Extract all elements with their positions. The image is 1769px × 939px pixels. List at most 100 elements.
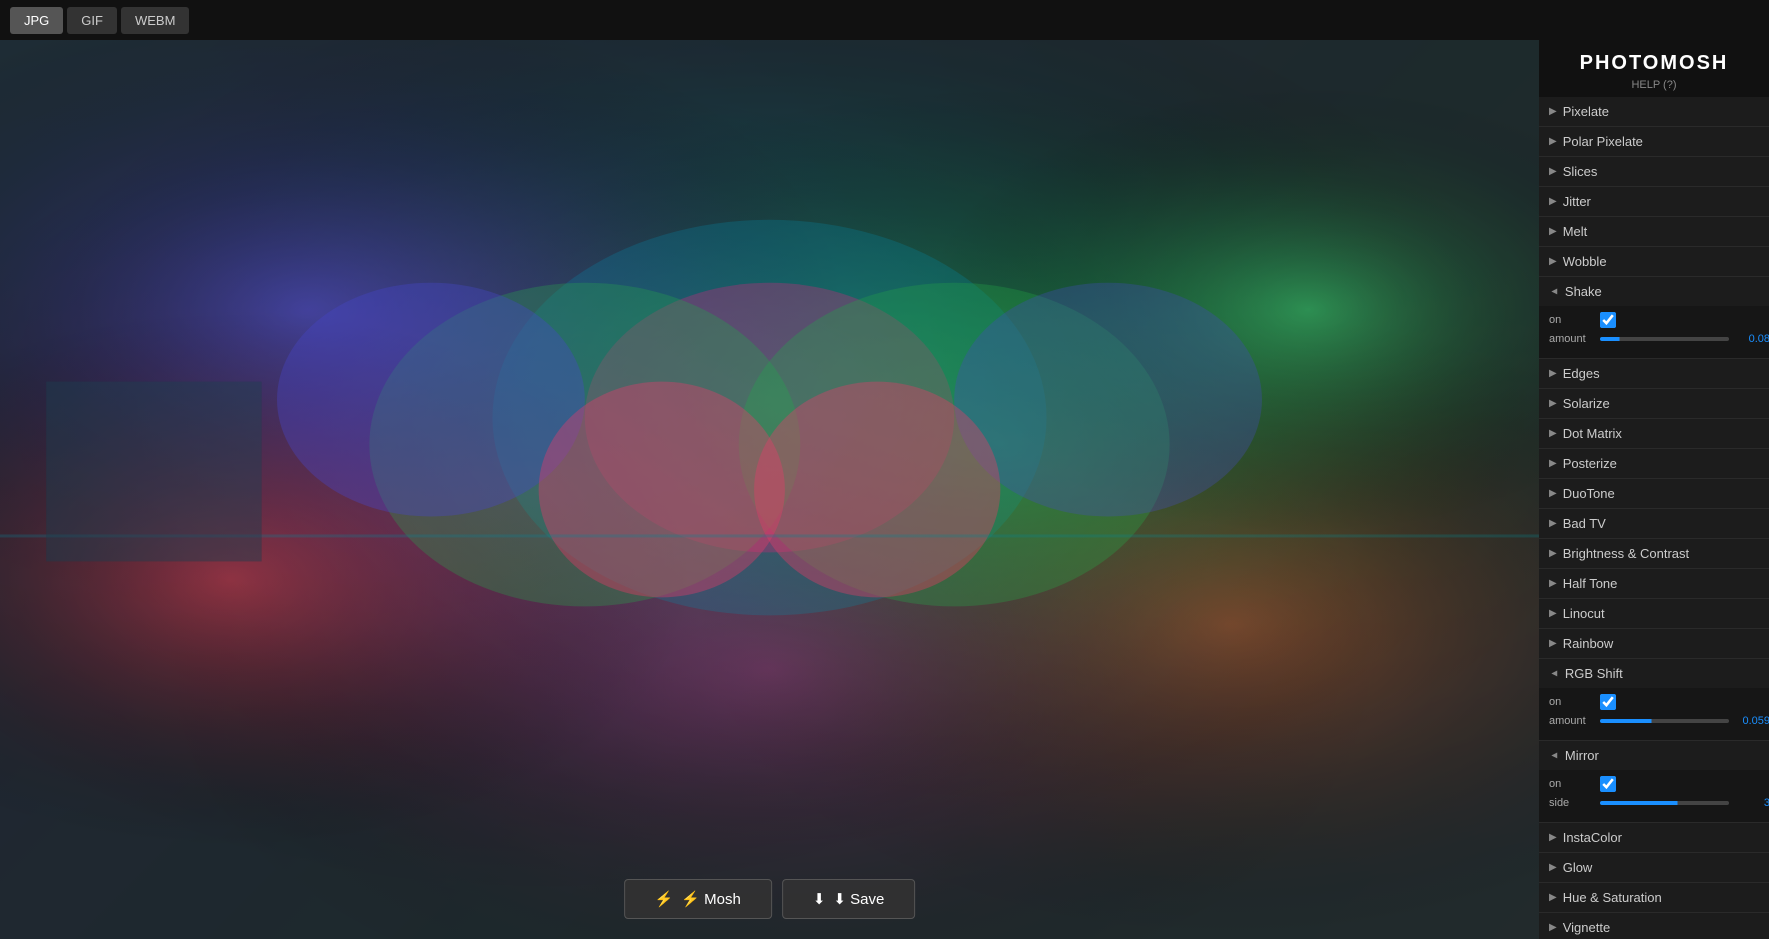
control-checkbox-rgb-shift[interactable]: [1600, 694, 1616, 710]
control-label-mirror-on: on: [1549, 778, 1594, 790]
effect-label-slices: Slices: [1563, 164, 1598, 179]
effect-header-slices[interactable]: ▶Slices: [1539, 157, 1769, 186]
effect-label-jitter: Jitter: [1563, 194, 1591, 209]
effect-item-mirror: ▼Mirroronside3: [1539, 741, 1769, 823]
control-row-rgb-shift-amount: amount0.059: [1549, 715, 1759, 727]
help-link[interactable]: HELP (?): [1549, 79, 1759, 91]
effect-header-posterize[interactable]: ▶Posterize: [1539, 449, 1769, 478]
effect-header-half-tone[interactable]: ▶ Half Tone: [1539, 569, 1769, 598]
app-logo: PHOTOMOSH: [1549, 52, 1759, 75]
control-row-shake-amount: amount0.08: [1549, 333, 1759, 345]
effect-arrow-rgb-shift: ▼: [1548, 669, 1559, 679]
effect-item-solarize: ▶Solarize: [1539, 389, 1769, 419]
control-value-rgb-shift-amount: 0.059: [1735, 715, 1769, 727]
effect-header-solarize[interactable]: ▶Solarize: [1539, 389, 1769, 418]
effect-arrow-mirror: ▼: [1548, 751, 1559, 761]
effect-label-hue-saturation: Hue & Saturation: [1563, 890, 1662, 905]
control-label-mirror-side: side: [1549, 797, 1594, 809]
effect-header-duotone[interactable]: ▶DuoTone: [1539, 479, 1769, 508]
effect-header-rgb-shift[interactable]: ▼ RGB Shift: [1539, 659, 1769, 688]
effect-arrow-pixelate: ▶: [1549, 106, 1557, 117]
effect-header-wobble[interactable]: ▶ Wobble: [1539, 247, 1769, 276]
control-checkbox-mirror[interactable]: [1600, 776, 1616, 792]
lightning-icon: ⚡: [655, 890, 674, 908]
effect-arrow-glow: ▶: [1549, 862, 1557, 873]
effect-header-glow[interactable]: ▶ Glow: [1539, 853, 1769, 882]
effect-header-dot-matrix[interactable]: ▶ Dot Matrix: [1539, 419, 1769, 448]
effect-header-vignette[interactable]: ▶Vignette: [1539, 913, 1769, 939]
effect-arrow-jitter: ▶: [1549, 196, 1557, 207]
effect-item-edges: ▶Edges: [1539, 359, 1769, 389]
effect-label-rainbow: Rainbow: [1563, 636, 1614, 651]
effect-arrow-wobble: ▶: [1549, 256, 1557, 267]
effect-item-pixelate: ▶Pixelate: [1539, 97, 1769, 127]
control-label-rgb-shift-on: on: [1549, 696, 1594, 708]
effect-item-vignette: ▶Vignette: [1539, 913, 1769, 939]
effect-header-instacolor[interactable]: ▶ InstaColor: [1539, 823, 1769, 852]
effect-header-rainbow[interactable]: ▶ Rainbow: [1539, 629, 1769, 658]
effect-arrow-rainbow: ▶: [1549, 638, 1557, 649]
effect-label-wobble: Wobble: [1563, 254, 1607, 269]
effects-list: ▶Pixelate▶Polar Pixelate▶Slices▶Jitter▶M…: [1539, 97, 1769, 939]
effect-item-slices: ▶Slices: [1539, 157, 1769, 187]
effect-arrow-dot-matrix: ▶: [1549, 428, 1557, 439]
save-button[interactable]: ⬇ ⬇ Save: [782, 879, 916, 919]
effect-controls-rgb-shift: onamount0.059: [1539, 688, 1769, 740]
effect-label-melt: Melt: [1563, 224, 1588, 239]
effect-label-glow: Glow: [1563, 860, 1593, 875]
effect-header-brightness-contrast[interactable]: ▶Brightness & Contrast: [1539, 539, 1769, 568]
effect-header-hue-saturation[interactable]: ▶Hue & Saturation: [1539, 883, 1769, 912]
bottom-toolbar: ⚡ ⚡ Mosh ⬇ ⬇ Save: [624, 879, 916, 919]
effect-arrow-melt: ▶: [1549, 226, 1557, 237]
canvas-area: ⚡ ⚡ Mosh ⬇ ⬇ Save: [0, 40, 1539, 939]
effect-label-mirror: Mirror: [1565, 748, 1599, 763]
tab-gif[interactable]: GIF: [67, 7, 117, 34]
control-checkbox-shake[interactable]: [1600, 312, 1616, 328]
effect-header-mirror[interactable]: ▼ Mirror: [1539, 741, 1769, 770]
effect-header-shake[interactable]: ▼Shake: [1539, 277, 1769, 306]
effect-label-bad-tv: Bad TV: [1563, 516, 1606, 531]
right-panel: PHOTOMOSH HELP (?) ▶Pixelate▶Polar Pixel…: [1539, 40, 1769, 939]
canvas-image: [0, 40, 1539, 939]
mosh-button[interactable]: ⚡ ⚡ Mosh: [624, 879, 772, 919]
effect-header-melt[interactable]: ▶ Melt: [1539, 217, 1769, 246]
effect-item-melt: ▶ Melt: [1539, 217, 1769, 247]
effect-item-jitter: ▶ Jitter: [1539, 187, 1769, 217]
effect-label-dot-matrix: Dot Matrix: [1563, 426, 1622, 441]
control-slider-rgb-shift-amount[interactable]: [1600, 719, 1729, 723]
effect-arrow-half-tone: ▶: [1549, 578, 1557, 589]
effect-header-linocut[interactable]: ▶Linocut: [1539, 599, 1769, 628]
effect-item-posterize: ▶Posterize: [1539, 449, 1769, 479]
effect-item-rgb-shift: ▼RGB Shiftonamount0.059: [1539, 659, 1769, 741]
effect-item-dot-matrix: ▶ Dot Matrix: [1539, 419, 1769, 449]
effect-label-half-tone: Half Tone: [1563, 576, 1618, 591]
effect-header-edges[interactable]: ▶Edges: [1539, 359, 1769, 388]
effect-header-bad-tv[interactable]: ▶Bad TV: [1539, 509, 1769, 538]
effect-header-jitter[interactable]: ▶ Jitter: [1539, 187, 1769, 216]
tab-jpg[interactable]: JPG: [10, 7, 63, 34]
effect-label-rgb-shift: RGB Shift: [1565, 666, 1623, 681]
effect-controls-shake: on amount0.08: [1539, 306, 1769, 358]
effect-arrow-linocut: ▶: [1549, 608, 1557, 619]
control-row-shake-on: on: [1549, 312, 1759, 328]
main-layout: ⚡ ⚡ Mosh ⬇ ⬇ Save PHOTOMOSH HELP (?) ▶Pi…: [0, 40, 1769, 939]
effect-label-vignette: Vignette: [1563, 920, 1610, 935]
effect-header-polar-pixelate[interactable]: ▶Polar Pixelate: [1539, 127, 1769, 156]
effect-arrow-brightness-contrast: ▶: [1549, 548, 1557, 559]
control-slider-mirror-side[interactable]: [1600, 801, 1729, 805]
effect-controls-mirror: onside3: [1539, 770, 1769, 822]
effect-header-pixelate[interactable]: ▶Pixelate: [1539, 97, 1769, 126]
control-row-rgb-shift-on: on: [1549, 694, 1759, 710]
tab-webm[interactable]: WEBM: [121, 7, 189, 34]
effect-label-instacolor: InstaColor: [1563, 830, 1622, 845]
effect-arrow-instacolor: ▶: [1549, 832, 1557, 843]
effect-label-posterize: Posterize: [1563, 456, 1617, 471]
effect-arrow-solarize: ▶: [1549, 398, 1557, 409]
mosh-label: ⚡ Mosh: [681, 890, 741, 908]
control-label-rgb-shift-amount: amount: [1549, 715, 1594, 727]
control-slider-shake-amount[interactable]: [1600, 337, 1729, 341]
control-value-shake-amount: 0.08: [1735, 333, 1769, 345]
effect-item-linocut: ▶Linocut: [1539, 599, 1769, 629]
panel-header: PHOTOMOSH HELP (?): [1539, 40, 1769, 97]
effect-item-brightness-contrast: ▶Brightness & Contrast: [1539, 539, 1769, 569]
